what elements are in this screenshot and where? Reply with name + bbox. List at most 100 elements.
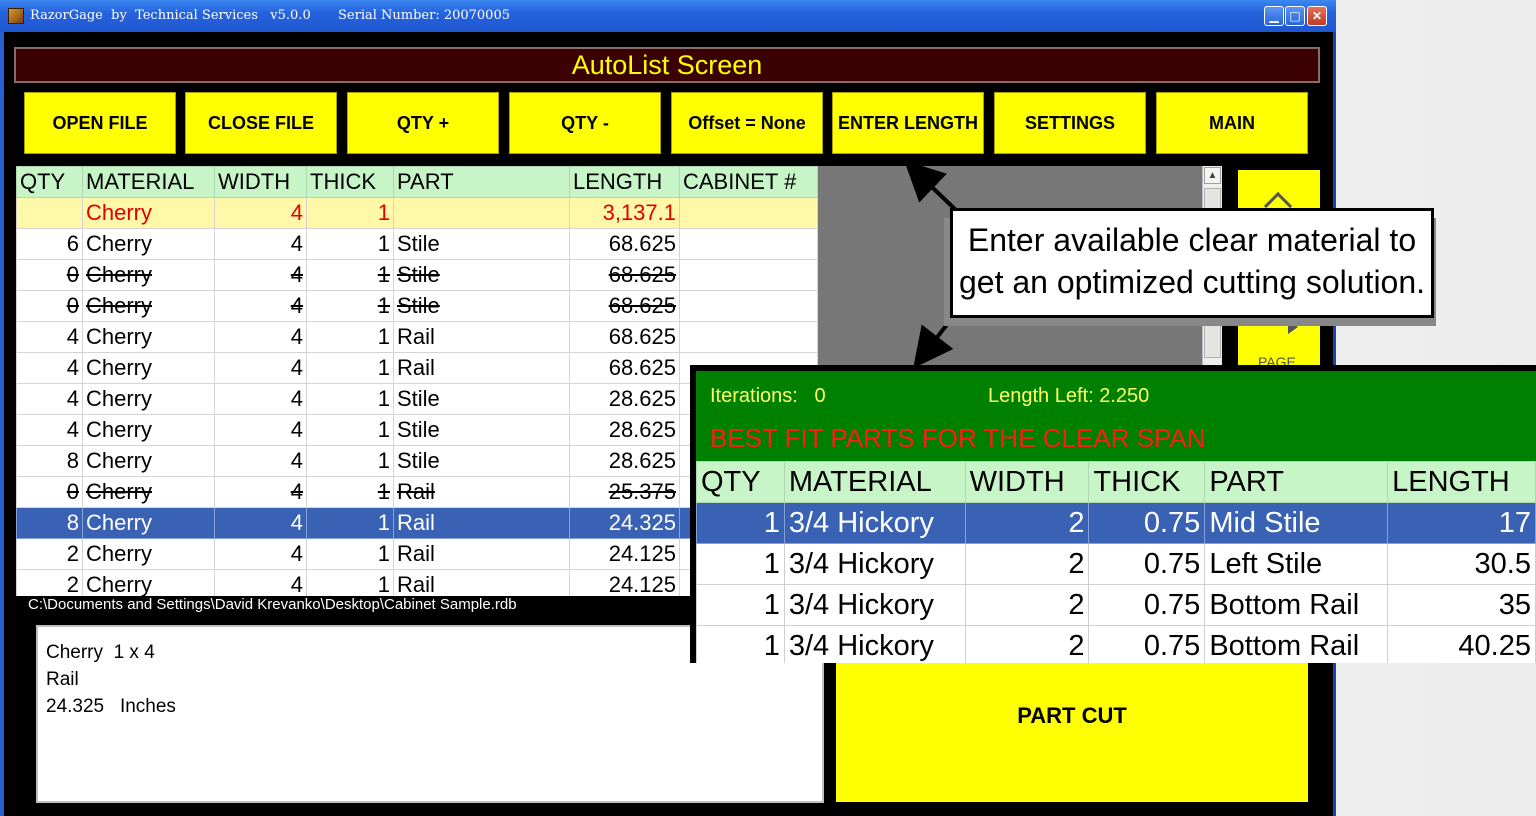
col-part[interactable]: PART <box>393 166 570 198</box>
close-file-button[interactable]: CLOSE FILE <box>185 92 337 154</box>
cell-length: 24.125 <box>569 538 680 570</box>
qty-minus-button[interactable]: QTY - <box>509 92 661 154</box>
result-cell-qty: 1 <box>696 625 785 663</box>
cell-qty: 0 <box>16 290 83 322</box>
settings-button[interactable]: SETTINGS <box>994 92 1146 154</box>
result-cell-part: Mid Stile <box>1204 502 1389 544</box>
qty-plus-button[interactable]: QTY + <box>347 92 499 154</box>
result-cell-width: 2 <box>964 625 1090 663</box>
cell-length: 28.625 <box>569 445 680 477</box>
result-row[interactable]: 1 3/4 Hickory 2 0.75 Bottom Rail 35 <box>696 584 1536 626</box>
best-fit-grid: QTY MATERIAL WIDTH THICK PART LENGTH 1 3/… <box>696 461 1536 663</box>
result-cell-thick: 0.75 <box>1088 543 1206 585</box>
table-row[interactable]: 6 Cherry 4 1 Stile 68.625 <box>16 228 818 260</box>
result-cell-qty: 1 <box>696 543 785 585</box>
rcol-thick[interactable]: THICK <box>1088 461 1206 503</box>
result-cell-length: 17 <box>1387 502 1536 544</box>
cell-qty: 8 <box>16 445 83 477</box>
col-thick[interactable]: THICK <box>306 166 394 198</box>
col-width[interactable]: WIDTH <box>214 166 307 198</box>
table-row[interactable]: 4 Cherry 4 1 Rail 68.625 <box>16 321 818 353</box>
table-row[interactable]: 0 Cherry 4 1 Stile 68.625 <box>16 259 818 291</box>
cell-length: 28.625 <box>569 414 680 446</box>
cell-thick: 1 <box>306 414 394 446</box>
cell-part: Stile <box>393 259 570 291</box>
cell-part: Rail <box>393 507 570 539</box>
rcol-material[interactable]: MATERIAL <box>783 461 966 503</box>
col-cabinet[interactable]: CABINET # <box>679 166 818 198</box>
result-cell-material: 3/4 Hickory <box>783 584 966 626</box>
open-file-button[interactable]: OPEN FILE <box>24 92 176 154</box>
scroll-up-icon[interactable]: ▲ <box>1204 167 1221 184</box>
table-row[interactable]: 0 Cherry 4 1 Stile 68.625 <box>16 290 818 322</box>
col-qty[interactable]: QTY <box>16 166 83 198</box>
cell-part: Stile <box>393 445 570 477</box>
cell-width: 4 <box>214 290 307 322</box>
cell-length: 25.375 <box>569 476 680 508</box>
minimize-icon[interactable]: ▁ <box>1264 6 1284 26</box>
result-row[interactable]: 1 3/4 Hickory 2 0.75 Bottom Rail 40.25 <box>696 625 1536 663</box>
cell-material: Cherry <box>82 538 215 570</box>
result-cell-qty: 1 <box>696 502 785 544</box>
window-title: RazorGage by Technical Services v5.0.0 <box>30 8 311 23</box>
cell-material: Cherry <box>82 445 215 477</box>
cell-length: 68.625 <box>569 259 680 291</box>
close-icon[interactable]: ✕ <box>1307 6 1327 26</box>
app-icon <box>8 8 24 24</box>
screen-title: AutoList Screen <box>14 47 1320 83</box>
cell-length: 24.325 <box>569 507 680 539</box>
cell-qty: 2 <box>16 538 83 570</box>
cell-length: 28.625 <box>569 383 680 415</box>
result-cell-thick: 0.75 <box>1088 625 1206 663</box>
col-material[interactable]: MATERIAL <box>82 166 215 198</box>
cell-material: Cherry <box>82 569 215 596</box>
cell-thick: 1 <box>306 321 394 353</box>
best-fit-header: Iterations: 0 Length Left: 2.250 BEST FI… <box>696 371 1536 461</box>
cell-width: 4 <box>214 414 307 446</box>
file-path: C:\Documents and Settings\David Krevanko… <box>28 596 517 613</box>
cell-part: Rail <box>393 321 570 353</box>
result-row[interactable]: 1 3/4 Hickory 2 0.75 Left Stile 30.5 <box>696 543 1536 585</box>
cell-qty: 2 <box>16 569 83 596</box>
col-length[interactable]: LENGTH <box>569 166 680 198</box>
callout-line-2: get an optimized cutting solution. <box>958 264 1426 300</box>
enter-length-button[interactable]: ENTER LENGTH <box>832 92 984 154</box>
rcol-qty[interactable]: QTY <box>696 461 785 503</box>
cell-width: 4 <box>214 569 307 596</box>
parts-grid-header: QTY MATERIAL WIDTH THICK PART LENGTH CAB… <box>16 166 818 198</box>
cell-part: Stile <box>393 228 570 260</box>
cell-part: Rail <box>393 538 570 570</box>
cell-qty: 4 <box>16 383 83 415</box>
callout-box: Enter available clear material to get an… <box>950 208 1434 318</box>
cell-qty: 8 <box>16 507 83 539</box>
cell-material: Cherry <box>82 383 215 415</box>
main-button[interactable]: MAIN <box>1156 92 1308 154</box>
cell-part: Stile <box>393 290 570 322</box>
cell-length: 68.625 <box>569 352 680 384</box>
rcol-part[interactable]: PART <box>1204 461 1389 503</box>
rcol-length[interactable]: LENGTH <box>1387 461 1536 503</box>
table-row[interactable]: Cherry 4 1 3,137.1 <box>16 197 818 229</box>
cell-material: Cherry <box>82 414 215 446</box>
cell-material: Cherry <box>82 321 215 353</box>
cell-width: 4 <box>214 383 307 415</box>
serial-number: Serial Number: 20070005 <box>338 8 510 23</box>
cell-thick: 1 <box>306 569 394 596</box>
cell-thick: 1 <box>306 383 394 415</box>
cell-cabinet <box>679 197 818 229</box>
cell-length: 68.625 <box>569 290 680 322</box>
best-fit-grid-header: QTY MATERIAL WIDTH THICK PART LENGTH <box>696 461 1536 503</box>
cell-length: 24.125 <box>569 569 680 596</box>
best-fit-panel: Iterations: 0 Length Left: 2.250 BEST FI… <box>690 365 1536 663</box>
cell-thick: 1 <box>306 259 394 291</box>
cell-width: 4 <box>214 507 307 539</box>
cell-thick: 1 <box>306 197 394 229</box>
rcol-width[interactable]: WIDTH <box>964 461 1090 503</box>
result-cell-thick: 0.75 <box>1088 502 1206 544</box>
cell-part: Stile <box>393 414 570 446</box>
maximize-icon[interactable]: □ <box>1285 6 1305 26</box>
result-row[interactable]: 1 3/4 Hickory 2 0.75 Mid Stile 17 <box>696 502 1536 544</box>
title-bar[interactable]: RazorGage by Technical Services v5.0.0 S… <box>0 0 1336 32</box>
cell-thick: 1 <box>306 352 394 384</box>
offset-button[interactable]: Offset = None <box>671 92 823 154</box>
